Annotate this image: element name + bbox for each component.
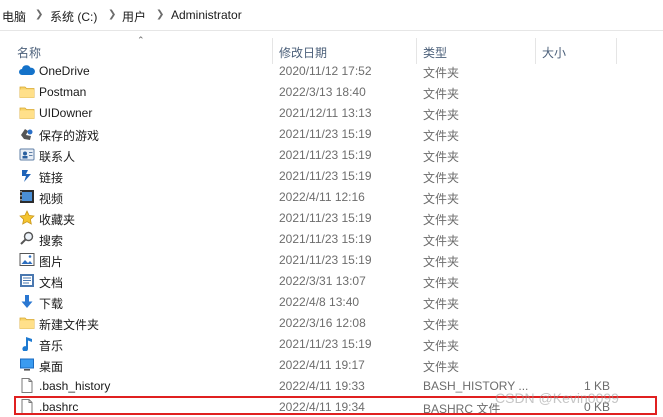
file-row[interactable]: OneDrive 2020/11/12 17:52 文件夹 (0, 60, 663, 81)
file-type: 文件夹 (423, 297, 460, 311)
file-row[interactable]: 保存的游戏 2021/11/23 15:19 文件夹 (0, 123, 663, 144)
file-type: 文件夹 (423, 318, 460, 332)
file-row[interactable]: 图片 2021/11/23 15:19 文件夹 (0, 249, 663, 270)
file-row[interactable]: 文档 2022/3/31 13:07 文件夹 (0, 270, 663, 291)
column-header-type[interactable]: 类型 (423, 44, 447, 61)
file-name: 收藏夹 (39, 213, 76, 227)
file-name: Postman (39, 85, 87, 99)
file-row[interactable]: 音乐 2021/11/23 15:19 文件夹 (0, 333, 663, 354)
file-type: 文件夹 (423, 87, 460, 101)
downloads-icon (19, 294, 35, 309)
file-name: 图片 (39, 255, 64, 269)
file-type: 文件夹 (423, 192, 460, 206)
file-date: 2022/4/11 19:17 (279, 358, 365, 372)
file-name: 音乐 (39, 339, 64, 353)
file-row[interactable]: 收藏夹 2021/11/23 15:19 文件夹 (0, 207, 663, 228)
sort-ascending-icon: ⌃ (137, 35, 145, 45)
file-row[interactable]: 视频 2022/4/11 12:16 文件夹 (0, 186, 663, 207)
favorites-icon (19, 210, 35, 225)
file-icon (19, 378, 35, 393)
file-row[interactable]: UIDowner 2021/12/11 13:13 文件夹 (0, 102, 663, 123)
file-type: 文件夹 (423, 234, 460, 248)
breadcrumb-item-users[interactable]: 用户 (122, 8, 146, 25)
folder-icon (19, 105, 35, 120)
folder-icon (19, 315, 35, 330)
file-name: UIDowner (39, 106, 93, 120)
file-date: 2021/11/23 15:19 (279, 148, 372, 162)
file-name: 新建文件夹 (39, 318, 100, 332)
file-row[interactable]: 链接 2021/11/23 15:19 文件夹 (0, 165, 663, 186)
file-type: 文件夹 (423, 66, 460, 80)
desktop-icon (19, 357, 35, 372)
file-row[interactable]: 桌面 2022/4/11 19:17 文件夹 (0, 354, 663, 375)
file-date: 2021/11/23 15:19 (279, 211, 372, 225)
file-date: 2022/3/31 13:07 (279, 274, 366, 288)
file-name: 链接 (39, 171, 64, 185)
file-row[interactable]: 新建文件夹 2022/3/16 12:08 文件夹 (0, 312, 663, 333)
file-list: OneDrive 2020/11/12 17:52 文件夹 Postman 2022/3… (0, 60, 663, 417)
breadcrumb-item-drive[interactable]: 系统 (C:) (50, 8, 97, 25)
file-type: 文件夹 (423, 339, 460, 353)
file-row[interactable]: 下载 2022/4/8 13:40 文件夹 (0, 291, 663, 312)
watermark: CSDN @Kevin0099 (495, 390, 619, 406)
chevron-right-icon[interactable]: ❯ (108, 9, 116, 20)
breadcrumb-item-pc[interactable]: 电脑 (2, 8, 26, 25)
file-name: 保存的游戏 (39, 129, 100, 143)
file-date: 2022/4/11 19:33 (279, 379, 365, 393)
file-date: 2022/4/11 12:16 (279, 190, 365, 204)
column-header-name[interactable]: 名称 (17, 44, 41, 61)
file-date: 2022/3/13 18:40 (279, 85, 366, 99)
file-date: 2022/4/8 13:40 (279, 295, 360, 309)
file-type: 文件夹 (423, 276, 460, 290)
file-name: 桌面 (39, 360, 64, 374)
folder-icon (19, 84, 35, 99)
file-name: 搜索 (39, 234, 64, 248)
file-date: 2021/11/23 15:19 (279, 337, 372, 351)
file-date: 2021/11/23 15:19 (279, 169, 372, 183)
file-type: 文件夹 (423, 360, 460, 374)
file-date: 2020/11/12 17:52 (279, 64, 372, 78)
file-name: .bash_history (39, 379, 111, 393)
searches-icon (19, 231, 35, 246)
file-type: 文件夹 (423, 108, 460, 122)
file-date: 2022/3/16 12:08 (279, 316, 366, 330)
file-type: 文件夹 (423, 213, 460, 227)
contacts-icon (19, 147, 35, 162)
file-name: 视频 (39, 192, 64, 206)
file-type: 文件夹 (423, 255, 460, 269)
file-date: 2021/11/23 15:19 (279, 232, 372, 246)
file-name: OneDrive (39, 64, 90, 78)
links-icon (19, 168, 35, 183)
saved-games-icon (19, 126, 35, 141)
file-row[interactable]: 搜索 2021/11/23 15:19 文件夹 (0, 228, 663, 249)
file-type: 文件夹 (423, 150, 460, 164)
file-name: 下载 (39, 297, 64, 311)
file-name: 联系人 (39, 150, 76, 164)
pictures-icon (19, 252, 35, 267)
file-row[interactable]: Postman 2022/3/13 18:40 文件夹 (0, 81, 663, 102)
file-date: 2021/12/11 13:13 (279, 106, 372, 120)
breadcrumb: 电脑 ❯ 系统 (C:) ❯ 用户 ❯ Administrator (0, 0, 663, 31)
music-icon (19, 336, 35, 351)
file-name: 文档 (39, 276, 64, 290)
column-header-date[interactable]: 修改日期 (279, 44, 327, 61)
chevron-right-icon[interactable]: ❯ (35, 9, 43, 20)
column-header-size[interactable]: 大小 (542, 44, 566, 61)
documents-icon (19, 273, 35, 288)
file-row[interactable]: 联系人 2021/11/23 15:19 文件夹 (0, 144, 663, 165)
breadcrumb-item-administrator[interactable]: Administrator (171, 8, 242, 22)
file-date: 2021/11/23 15:19 (279, 127, 372, 141)
file-date: 2021/11/23 15:19 (279, 253, 372, 267)
file-type: 文件夹 (423, 171, 460, 185)
videos-icon (19, 189, 35, 204)
onedrive-icon (19, 63, 35, 78)
file-type: 文件夹 (423, 129, 460, 143)
chevron-right-icon[interactable]: ❯ (156, 9, 164, 20)
